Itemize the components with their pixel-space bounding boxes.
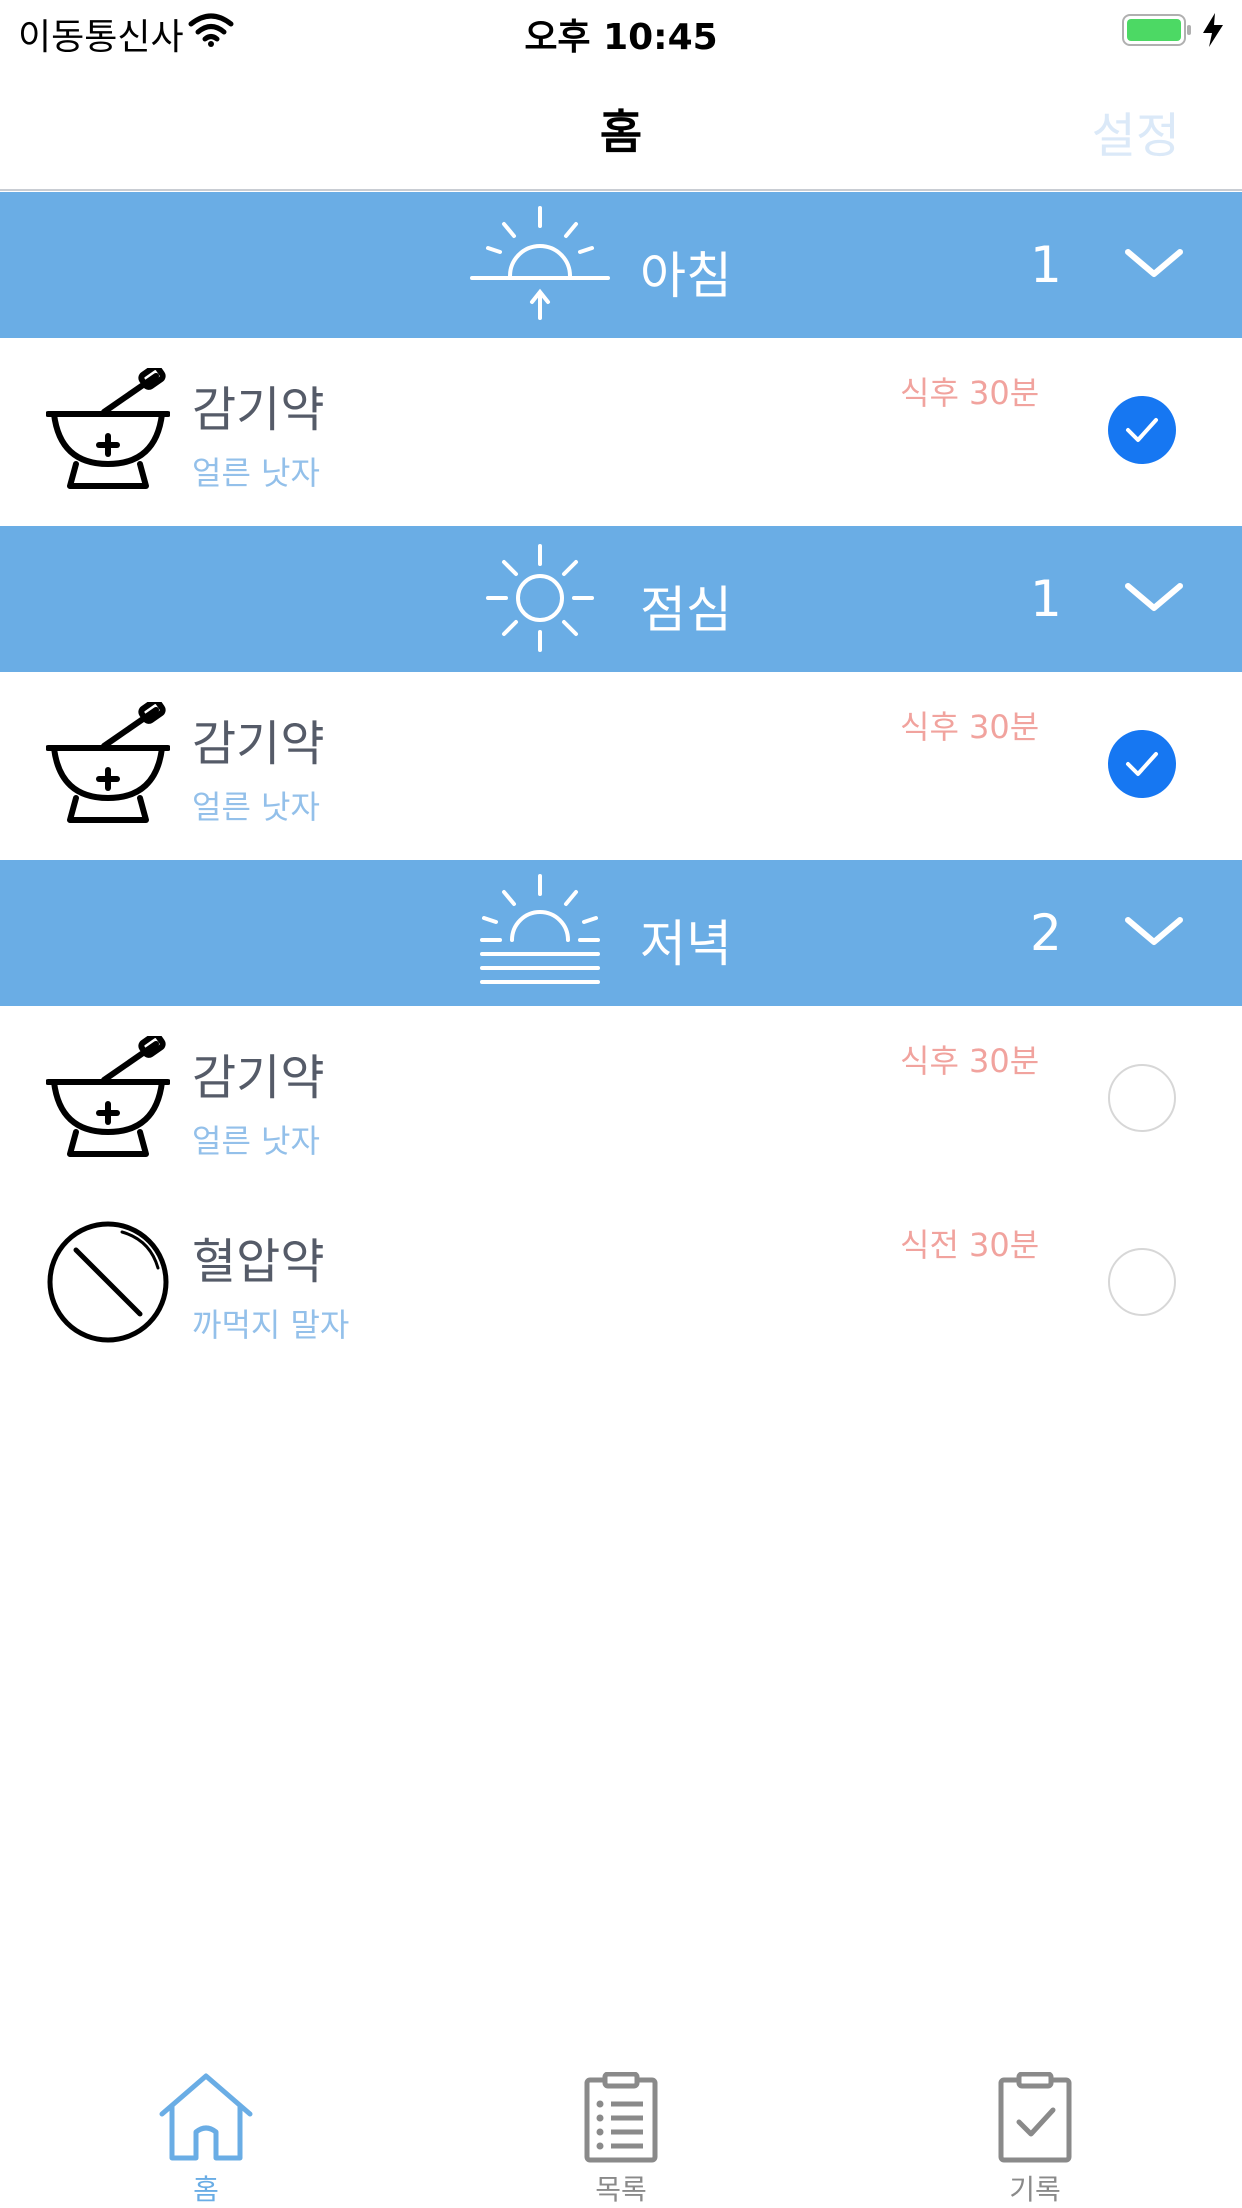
taken-checkbox[interactable] bbox=[1108, 1248, 1176, 1316]
section-header-evening[interactable]: 저녁 2 bbox=[0, 860, 1242, 1006]
charging-icon bbox=[1203, 13, 1223, 47]
medicine-name: 감기약 bbox=[192, 1050, 325, 1106]
section-title: 저녁 bbox=[640, 915, 732, 973]
taken-checkbox[interactable] bbox=[1108, 1064, 1176, 1132]
section-count: 2 bbox=[1030, 904, 1062, 962]
navigation-bar: 홈 설정 bbox=[0, 60, 1242, 191]
status-time: 오후 10:45 bbox=[524, 17, 718, 58]
chevron-down-icon[interactable] bbox=[1124, 578, 1184, 618]
checkmark-icon bbox=[1126, 418, 1158, 442]
page-title: 홈 bbox=[599, 105, 643, 159]
medicine-memo: 얼른 낫자 bbox=[192, 454, 320, 492]
status-bar: 이동통신사 오후 10:45 bbox=[0, 0, 1242, 60]
medicine-memo: 얼른 낫자 bbox=[192, 1122, 320, 1160]
medicine-name: 감기약 bbox=[192, 716, 325, 772]
section-title: 아침 bbox=[640, 247, 732, 305]
mortar-pestle-icon bbox=[46, 702, 170, 823]
dose-time: 식후 30분 bbox=[900, 1042, 1040, 1080]
dose-time: 식후 30분 bbox=[900, 708, 1040, 746]
tab-history[interactable]: 기록 bbox=[935, 2072, 1135, 2206]
medicine-memo: 까먹지 말자 bbox=[192, 1306, 350, 1344]
dose-time: 식후 30분 bbox=[900, 374, 1040, 412]
chevron-down-icon[interactable] bbox=[1124, 244, 1184, 284]
home-icon bbox=[159, 2073, 253, 2161]
settings-button[interactable]: 설정 bbox=[1092, 96, 1180, 166]
section-count: 1 bbox=[1030, 236, 1062, 294]
medicine-memo: 얼른 낫자 bbox=[192, 788, 320, 826]
section-title: 점심 bbox=[640, 581, 732, 639]
list-item[interactable]: 감기약 얼른 낫자 식후 30분 bbox=[0, 1006, 1242, 1190]
pill-icon bbox=[47, 1221, 169, 1343]
list-item[interactable]: 감기약 얼른 낫자 식후 30분 bbox=[0, 338, 1242, 522]
sunrise-icon bbox=[470, 206, 610, 320]
medicine-name: 혈압약 bbox=[192, 1234, 325, 1290]
list-clipboard-icon bbox=[584, 2072, 658, 2163]
section-header-morning[interactable]: 아침 1 bbox=[0, 192, 1242, 338]
sun-icon bbox=[486, 544, 594, 652]
tab-label: 목록 bbox=[595, 2173, 647, 2206]
section-count: 1 bbox=[1030, 570, 1062, 628]
taken-checkbox[interactable] bbox=[1108, 730, 1176, 798]
mortar-pestle-icon bbox=[46, 368, 170, 489]
dose-time: 식전 30분 bbox=[900, 1226, 1040, 1264]
sunset-icon bbox=[480, 874, 600, 984]
mortar-pestle-icon bbox=[46, 1036, 170, 1157]
chevron-down-icon[interactable] bbox=[1124, 912, 1184, 952]
section-header-lunch[interactable]: 점심 1 bbox=[0, 526, 1242, 672]
taken-checkbox[interactable] bbox=[1108, 396, 1176, 464]
tab-label: 기록 bbox=[1009, 2173, 1061, 2206]
tab-label: 홈 bbox=[193, 2173, 219, 2206]
check-clipboard-icon bbox=[998, 2072, 1072, 2163]
battery-icon bbox=[1122, 14, 1191, 46]
list-item[interactable]: 혈압약 까먹지 말자 식전 30분 bbox=[0, 1190, 1242, 1374]
tab-bar: 홈 목록 기록 bbox=[0, 2058, 1242, 2208]
tab-home[interactable]: 홈 bbox=[106, 2072, 306, 2206]
list-item[interactable]: 감기약 얼른 낫자 식후 30분 bbox=[0, 672, 1242, 856]
medicine-name: 감기약 bbox=[192, 382, 325, 438]
tab-list[interactable]: 목록 bbox=[521, 2072, 721, 2206]
checkmark-icon bbox=[1126, 752, 1158, 776]
